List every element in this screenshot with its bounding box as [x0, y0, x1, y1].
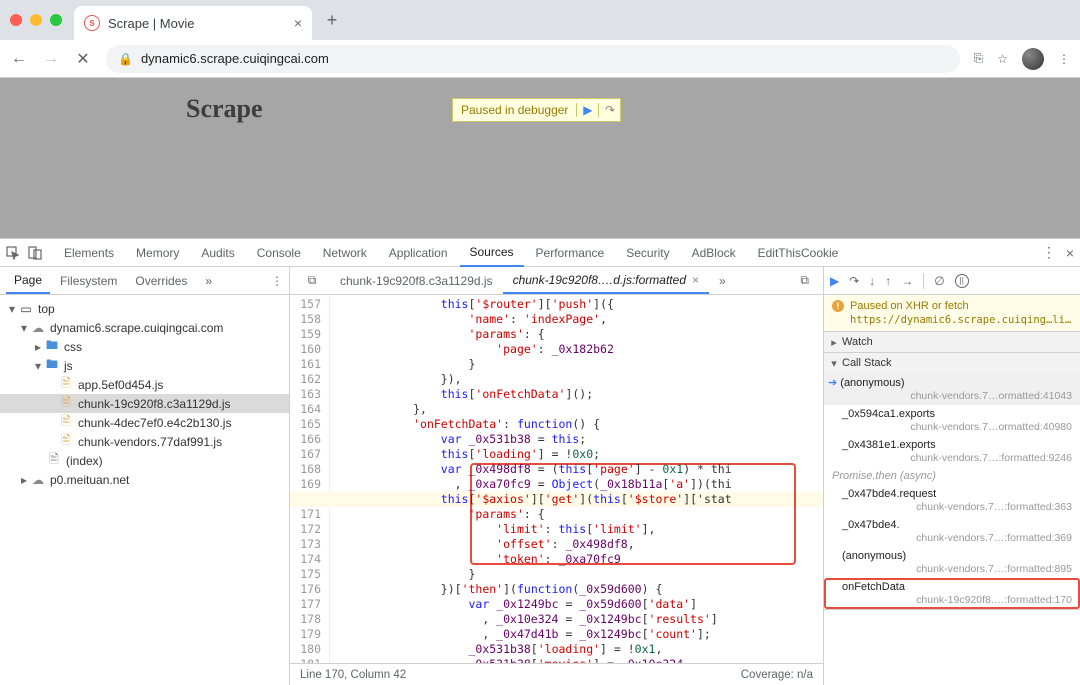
step-button[interactable]: → [901, 274, 913, 288]
step-out-button[interactable]: ↑ [885, 274, 891, 288]
paused-label: Paused in debugger [453, 103, 576, 117]
tree-file[interactable]: 🖹chunk-4dec7ef0.e4c2b130.js [0, 413, 289, 432]
tab-performance[interactable]: Performance [526, 239, 615, 267]
window-tabbar: S Scrape | Movie × + [0, 0, 1080, 40]
tree-css[interactable]: ▸🖿css [0, 337, 289, 356]
devtools-close-icon[interactable]: × [1066, 245, 1074, 261]
menu-icon[interactable]: ⋮ [1058, 52, 1070, 66]
resume-button[interactable]: ▶ [830, 274, 839, 288]
watch-section[interactable]: ▸Watch [824, 332, 1080, 353]
back-button[interactable]: ← [10, 50, 28, 68]
tab-console[interactable]: Console [247, 239, 311, 267]
page-heading: Scrape [186, 94, 263, 124]
stack-async-boundary: Promise.then (async) [824, 467, 1080, 485]
callstack-header[interactable]: ▾Call Stack [824, 353, 1080, 373]
tab-adblock[interactable]: AdBlock [682, 239, 746, 267]
stack-frame[interactable]: (anonymous)chunk-vendors.7…ormatted:4104… [824, 373, 1080, 405]
navigator-menu-icon[interactable]: ⋮ [271, 274, 283, 288]
stop-button[interactable]: ✕ [74, 49, 92, 69]
tab-memory[interactable]: Memory [126, 239, 189, 267]
line-gutter: 157 158 159 160 161 162 163 164 165 166 … [290, 295, 330, 663]
traffic-lights [10, 14, 62, 26]
tab-editthiscookie[interactable]: EditThisCookie [748, 239, 849, 267]
code-editor-pane: ⧉ chunk-19c920f8.c3a1129d.js chunk-19c92… [290, 267, 824, 685]
paused-overlay: Paused in debugger ▶ ↷ [452, 98, 621, 122]
device-icon[interactable] [28, 246, 46, 260]
address-bar[interactable]: 🔒 dynamic6.scrape.cuiqingcai.com [106, 45, 960, 73]
tab-network[interactable]: Network [313, 239, 377, 267]
browser-tab[interactable]: S Scrape | Movie × [74, 6, 312, 40]
tab-page[interactable]: Page [6, 268, 50, 294]
more-tabs-icon[interactable]: » [197, 269, 220, 293]
tree-file[interactable]: 🖹chunk-vendors.77daf991.js [0, 432, 289, 451]
more-file-tabs-icon[interactable]: » [709, 267, 736, 294]
coverage-status: Coverage: n/a [741, 669, 813, 681]
editor-toggle-icon[interactable]: ⧉ [790, 267, 819, 294]
file-tree[interactable]: ▾▭top ▾☁dynamic6.scrape.cuiqingcai.com ▸… [0, 295, 289, 685]
step-overlay-button[interactable]: ↷ [598, 103, 620, 117]
forward-button[interactable]: → [42, 50, 60, 68]
translate-icon[interactable]: ⎘ [974, 51, 984, 66]
tab-sources[interactable]: Sources [460, 239, 524, 267]
profile-avatar[interactable] [1022, 48, 1044, 70]
page-content: Scrape Paused in debugger ▶ ↷ [0, 78, 1080, 238]
bookmark-icon[interactable]: ☆ [997, 52, 1008, 66]
debugger-toolbar: ▶ ↷ ↓ ↑ → ∅ || [824, 267, 1080, 295]
stack-frame[interactable]: _0x47bde4.requestchunk-vendors.7…:format… [824, 485, 1080, 516]
tab-filesystem[interactable]: Filesystem [52, 269, 125, 293]
editor-status-bar: Line 170, Column 42 Coverage: n/a [290, 663, 823, 685]
navigator-tabs: Page Filesystem Overrides » ⋮ [0, 267, 289, 295]
devtools: ElementsMemoryAuditsConsoleNetworkApplic… [0, 238, 1080, 685]
maximize-window[interactable] [50, 14, 62, 26]
tree-js[interactable]: ▾🖿js [0, 356, 289, 375]
tree-domain[interactable]: ▾☁dynamic6.scrape.cuiqingcai.com [0, 318, 289, 337]
settings-icon[interactable]: ⋮ [1042, 244, 1056, 261]
favicon-icon: S [84, 15, 100, 31]
devtools-tabbar: ElementsMemoryAuditsConsoleNetworkApplic… [0, 239, 1080, 267]
new-tab-button[interactable]: + [318, 6, 346, 34]
tree-file[interactable]: 🖹app.5ef0d454.js [0, 375, 289, 394]
code-body: this['$router']['push']({ 'name': 'index… [330, 295, 823, 663]
pause-exceptions-button[interactable]: || [955, 274, 969, 288]
lock-icon: 🔒 [118, 52, 133, 66]
file-tab-active[interactable]: chunk-19c920f8.…d.js:formatted× [503, 267, 709, 294]
step-into-button[interactable]: ↓ [869, 274, 875, 288]
url-text: dynamic6.scrape.cuiqingcai.com [141, 51, 329, 66]
stack-frame[interactable]: _0x47bde4.chunk-vendors.7…:formatted:369 [824, 516, 1080, 547]
editor-file-tabs: ⧉ chunk-19c920f8.c3a1129d.js chunk-19c92… [290, 267, 823, 295]
stack-frame[interactable]: _0x594ca1.exportschunk-vendors.7…ormatte… [824, 405, 1080, 436]
tree-file-selected[interactable]: 🖹chunk-19c920f8.c3a1129d.js [0, 394, 289, 413]
cursor-position: Line 170, Column 42 [300, 669, 406, 681]
tree-ext-domain[interactable]: ▸☁p0.meituan.net [0, 470, 289, 489]
stack-frame[interactable]: onFetchDatachunk-19c920f8.…:formatted:17… [824, 578, 1080, 609]
stack-frame[interactable]: (anonymous)chunk-vendors.7…:formatted:89… [824, 547, 1080, 578]
tab-elements[interactable]: Elements [54, 239, 124, 267]
file-nav-button[interactable]: ⧉ [294, 267, 330, 294]
debugger-pane: ▶ ↷ ↓ ↑ → ∅ || !Paused on XHR or fetch h… [824, 267, 1080, 685]
sources-navigator: Page Filesystem Overrides » ⋮ ▾▭top ▾☁dy… [0, 267, 290, 685]
tab-security[interactable]: Security [616, 239, 679, 267]
close-window[interactable] [10, 14, 22, 26]
file-tab[interactable]: chunk-19c920f8.c3a1129d.js [330, 267, 503, 294]
stack-frame[interactable]: _0x4381e1.exportschunk-vendors.7…:format… [824, 436, 1080, 467]
tree-index[interactable]: 🖹(index) [0, 451, 289, 470]
tab-title: Scrape | Movie [108, 16, 286, 31]
pause-url: https://dynamic6.scrape.cuiqing…limit=10… [832, 314, 1072, 326]
close-file-icon[interactable]: × [692, 273, 699, 287]
minimize-window[interactable] [30, 14, 42, 26]
callstack-section: ▾Call Stack (anonymous)chunk-vendors.7…o… [824, 353, 1080, 610]
tab-audits[interactable]: Audits [191, 239, 244, 267]
inspect-icon[interactable] [6, 246, 24, 260]
browser-toolbar: ← → ✕ 🔒 dynamic6.scrape.cuiqingcai.com ⎘… [0, 40, 1080, 78]
resume-overlay-button[interactable]: ▶ [576, 103, 598, 117]
pause-reason: !Paused on XHR or fetch https://dynamic6… [824, 295, 1080, 332]
close-tab-icon[interactable]: × [294, 15, 302, 31]
tree-top[interactable]: ▾▭top [0, 299, 289, 318]
tab-overrides[interactable]: Overrides [127, 269, 195, 293]
tab-application[interactable]: Application [379, 239, 458, 267]
step-over-button[interactable]: ↷ [849, 274, 859, 288]
code-editor[interactable]: 157 158 159 160 161 162 163 164 165 166 … [290, 295, 823, 663]
deactivate-breakpoints-button[interactable]: ∅ [934, 274, 944, 288]
warning-icon: ! [832, 300, 844, 312]
